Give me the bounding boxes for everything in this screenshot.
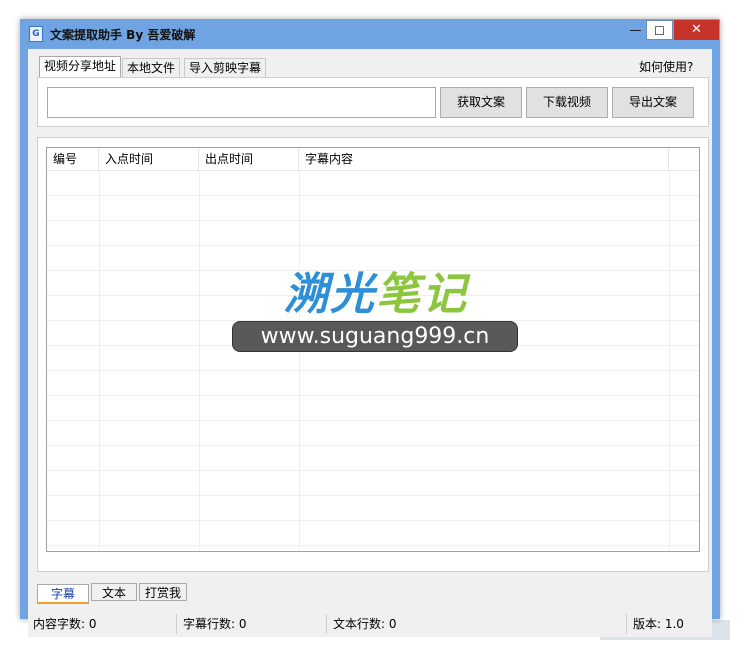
- grid-row-line: [47, 445, 699, 446]
- minimize-button[interactable]: —: [622, 20, 649, 40]
- tab-import-jianying-subtitles[interactable]: 导入剪映字幕: [184, 58, 267, 77]
- grid-column-line: [669, 170, 670, 551]
- column-header-out-time[interactable]: 出点时间: [199, 148, 299, 170]
- tab-subtitles[interactable]: 字幕: [37, 584, 89, 604]
- watermark: 溯光笔记 www.suguang999.cn: [232, 258, 518, 378]
- grid-row-line: [47, 245, 699, 246]
- status-subtitle-lines: 字幕行数: 0: [183, 617, 247, 631]
- tab-text[interactable]: 文本: [91, 583, 137, 601]
- window-title: 文案提取助手 By 吾爱破解: [50, 28, 196, 42]
- watermark-title: 溯光笔记: [284, 258, 468, 322]
- close-button[interactable]: ✕: [674, 20, 719, 40]
- status-text-lines: 文本行数: 0: [333, 617, 397, 631]
- watermark-title-part1: 溯光: [284, 269, 376, 320]
- grid-row-line: [47, 395, 699, 396]
- grid-row-line: [47, 470, 699, 471]
- client-area: 视频分享地址 本地文件 导入剪映字幕 如何使用? 获取文案 下载视频 导出文案 …: [28, 49, 712, 611]
- tab-local-file[interactable]: 本地文件: [122, 58, 181, 77]
- table-header: 编号 入点时间 出点时间 字幕内容: [47, 148, 699, 171]
- grid-row-line: [47, 195, 699, 196]
- column-header-subtitle-content[interactable]: 字幕内容: [299, 148, 669, 170]
- status-bar: 内容字数: 0 字幕行数: 0 文本行数: 0 版本: 1.0: [28, 611, 712, 637]
- grid-row-line: [47, 220, 699, 221]
- status-version: 版本: 1.0: [633, 617, 684, 631]
- subtitle-table[interactable]: 编号 入点时间 出点时间 字幕内容 溯光笔记 www.suguang999.cn: [46, 147, 700, 552]
- export-text-button[interactable]: 导出文案: [612, 87, 694, 118]
- grid-row-line: [47, 420, 699, 421]
- watermark-title-part2: 笔记: [376, 269, 468, 320]
- grid-row-line: [47, 520, 699, 521]
- tab-donate[interactable]: 打赏我: [139, 583, 187, 601]
- grid-row-line: [47, 545, 699, 546]
- status-separator: [326, 614, 327, 634]
- download-video-button[interactable]: 下载视频: [526, 87, 608, 118]
- grid-column-line: [99, 170, 100, 551]
- column-header-number[interactable]: 编号: [47, 148, 99, 170]
- help-link[interactable]: 如何使用?: [639, 58, 693, 75]
- video-url-input[interactable]: [47, 87, 436, 118]
- status-separator: [626, 614, 627, 634]
- tab-video-share-url[interactable]: 视频分享地址: [39, 56, 122, 77]
- fetch-text-button[interactable]: 获取文案: [440, 87, 522, 118]
- app-icon: G: [29, 26, 43, 42]
- status-content-chars: 内容字数: 0: [33, 617, 97, 631]
- subtitle-panel: 编号 入点时间 出点时间 字幕内容 溯光笔记 www.suguang999.cn: [37, 137, 709, 572]
- column-header-in-time[interactable]: 入点时间: [99, 148, 199, 170]
- grid-row-line: [47, 495, 699, 496]
- url-panel: 获取文案 下载视频 导出文案: [37, 77, 709, 127]
- app-window: G 文案提取助手 By 吾爱破解 — ☐ ✕ 视频分享地址 本地文件 导入剪映字…: [20, 19, 720, 637]
- grid-column-line: [199, 170, 200, 551]
- maximize-button[interactable]: ☐: [646, 20, 673, 40]
- title-bar[interactable]: G 文案提取助手 By 吾爱破解 — ☐ ✕: [20, 19, 720, 49]
- status-separator: [176, 614, 177, 634]
- watermark-url: www.suguang999.cn: [232, 321, 518, 352]
